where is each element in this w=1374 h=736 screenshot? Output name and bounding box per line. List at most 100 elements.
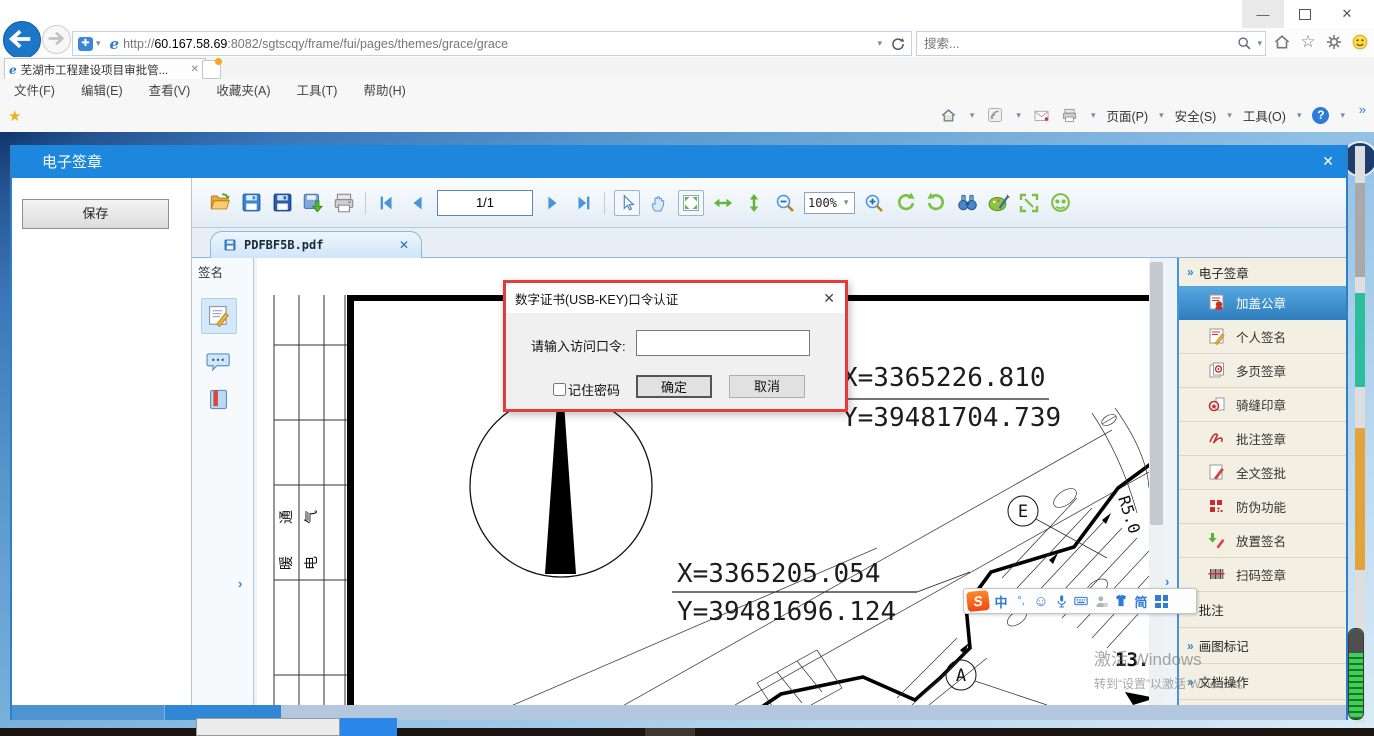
- previous-page-icon[interactable]: [406, 191, 430, 215]
- sidebar-section-annotations[interactable]: » 批注: [1179, 592, 1346, 628]
- export-download-icon[interactable]: [301, 191, 325, 215]
- page-number-input[interactable]: [437, 190, 533, 216]
- forward-button[interactable]: [42, 25, 71, 54]
- tools-dropdown-icon[interactable]: ▾: [1294, 110, 1305, 121]
- taskbar-item-light[interactable]: [196, 718, 340, 736]
- sidebar-section-esign[interactable]: » 电子签章: [1179, 258, 1346, 286]
- save-as-icon[interactable]: [270, 191, 294, 215]
- search-input[interactable]: [917, 36, 1234, 52]
- find-binoculars-icon[interactable]: [955, 191, 979, 215]
- page-menu[interactable]: 页面(P): [1106, 106, 1148, 125]
- esign-modal-close-icon[interactable]: ✕: [1322, 153, 1334, 170]
- ok-button[interactable]: 确定: [636, 375, 712, 398]
- cancel-button[interactable]: 取消: [729, 375, 805, 398]
- zoom-level-combo[interactable]: 100% ▾: [804, 192, 855, 214]
- minimize-button[interactable]: —: [1242, 0, 1284, 28]
- ime-keyboard-icon[interactable]: [1073, 593, 1089, 609]
- sidebar-item-multipage-seal[interactable]: 多页签章: [1179, 354, 1346, 388]
- print-icon[interactable]: [1060, 105, 1080, 125]
- help-icon[interactable]: ?: [1312, 107, 1329, 124]
- preview-stamp-icon[interactable]: [1048, 191, 1072, 215]
- ime-simplified-toggle[interactable]: 简: [1133, 592, 1149, 611]
- zoom-out-icon[interactable]: [773, 191, 797, 215]
- ime-skin-icon[interactable]: [1113, 593, 1129, 609]
- next-page-icon[interactable]: [540, 191, 564, 215]
- address-bar[interactable]: ✚ ▾ e http://60.167.58.69:8082/sgtscqy/f…: [72, 31, 912, 56]
- annotation-palette-icon[interactable]: [986, 191, 1010, 215]
- signature-list-icon[interactable]: [201, 298, 237, 334]
- pdf-document-tab[interactable]: PDFBF5B.pdf ✕: [210, 231, 422, 258]
- ime-emoji-icon[interactable]: ☺: [1033, 593, 1049, 610]
- panel-expand-icon[interactable]: ›: [238, 576, 242, 591]
- first-page-icon[interactable]: [375, 191, 399, 215]
- menu-help[interactable]: 帮助(H): [363, 80, 405, 99]
- sidebar-item-place-signature[interactable]: 放置签名: [1179, 524, 1346, 558]
- zoom-dropdown-icon[interactable]: ▾: [841, 197, 852, 208]
- scrollbar-thumb[interactable]: [1355, 183, 1365, 277]
- fit-height-icon[interactable]: [742, 191, 766, 215]
- remember-password-checkbox[interactable]: [553, 383, 566, 396]
- home-page-icon[interactable]: [939, 105, 959, 125]
- tools-menu[interactable]: 工具(O): [1243, 106, 1286, 125]
- comments-bubble-icon[interactable]: [201, 344, 235, 378]
- sidebar-item-paging-seal[interactable]: 骑缝印章: [1179, 388, 1346, 422]
- more-commands-icon[interactable]: »: [1359, 102, 1366, 117]
- help-dropdown-icon[interactable]: ▾: [1337, 110, 1348, 121]
- save-button[interactable]: 保存: [22, 199, 169, 229]
- sidebar-item-fulltext-sign[interactable]: 全文签批: [1179, 456, 1346, 490]
- open-file-icon[interactable]: [208, 191, 232, 215]
- search-box[interactable]: ▾: [916, 31, 1266, 56]
- pdf-tab-close-icon[interactable]: ✕: [399, 238, 409, 252]
- sidebar-item-company-seal[interactable]: 加盖公章: [1179, 286, 1346, 320]
- sogou-logo-icon[interactable]: S: [966, 590, 990, 612]
- sidebar-expand-icon[interactable]: ›: [1165, 574, 1169, 589]
- rotate-right-icon[interactable]: [924, 191, 948, 215]
- back-button[interactable]: [3, 21, 41, 59]
- ime-account-icon[interactable]: [1093, 594, 1109, 609]
- home-dropdown-icon[interactable]: ▾: [967, 110, 978, 121]
- zoom-in-icon[interactable]: [862, 191, 886, 215]
- ime-punctuation-icon[interactable]: °,: [1013, 595, 1029, 607]
- sidebar-section-draw-marks[interactable]: » 画图标记: [1179, 628, 1346, 664]
- rss-dropdown-icon[interactable]: ▾: [1013, 110, 1024, 121]
- url-text[interactable]: http://60.167.58.69:8082/sgtscqy/frame/f…: [123, 37, 874, 51]
- sidebar-section-document-ops[interactable]: » 文档操作: [1179, 664, 1346, 700]
- home-icon[interactable]: [1272, 32, 1292, 52]
- dialog-close-icon[interactable]: ✕: [823, 290, 835, 307]
- ime-mode-chinese[interactable]: 中: [993, 592, 1009, 611]
- menu-file[interactable]: 文件(F): [14, 80, 55, 99]
- print-dropdown-icon[interactable]: ▾: [1088, 110, 1099, 121]
- sidebar-item-anticounterfeit[interactable]: 防伪功能: [1179, 490, 1346, 524]
- pdf-hscroll-thumb[interactable]: [12, 705, 164, 720]
- taskbar-item-blue[interactable]: [340, 718, 397, 736]
- print-document-icon[interactable]: [332, 191, 356, 215]
- favorites-bar-favicon[interactable]: ★: [8, 107, 21, 125]
- save-file-icon[interactable]: [239, 191, 263, 215]
- maximize-button[interactable]: [1284, 0, 1326, 28]
- page-dropdown-icon[interactable]: ▾: [1156, 110, 1167, 121]
- feedback-smiley-icon[interactable]: [1350, 32, 1370, 52]
- sidebar-item-annotation-seal[interactable]: 批注签章: [1179, 422, 1346, 456]
- menu-tools[interactable]: 工具(T): [296, 80, 337, 99]
- search-dropdown-icon[interactable]: ▾: [1254, 38, 1265, 49]
- compat-dropdown-icon[interactable]: ▾: [93, 38, 104, 49]
- hand-pan-icon[interactable]: [647, 191, 671, 215]
- mail-icon[interactable]: [1032, 105, 1052, 125]
- fullscreen-icon[interactable]: [1017, 191, 1041, 215]
- fit-page-icon[interactable]: [678, 190, 704, 216]
- compatibility-icon[interactable]: ✚: [78, 37, 93, 51]
- bookmark-icon[interactable]: [201, 382, 235, 416]
- refresh-icon[interactable]: [885, 37, 911, 51]
- favorites-star-icon[interactable]: ☆: [1298, 32, 1318, 52]
- last-page-icon[interactable]: [571, 191, 595, 215]
- safety-menu[interactable]: 安全(S): [1175, 106, 1217, 125]
- rotate-left-icon[interactable]: [893, 191, 917, 215]
- menu-favorites[interactable]: 收藏夹(A): [216, 80, 270, 99]
- rss-feed-icon[interactable]: [985, 105, 1005, 125]
- sidebar-item-personal-signature[interactable]: 个人签名: [1179, 320, 1346, 354]
- pdf-vertical-scrollbar[interactable]: [1149, 258, 1164, 705]
- new-tab-button[interactable]: [202, 60, 221, 79]
- password-input[interactable]: [636, 330, 810, 356]
- browser-tab[interactable]: e 芜湖市工程建设项目审批管... ✕: [4, 58, 206, 80]
- tab-close-icon[interactable]: ✕: [189, 64, 201, 75]
